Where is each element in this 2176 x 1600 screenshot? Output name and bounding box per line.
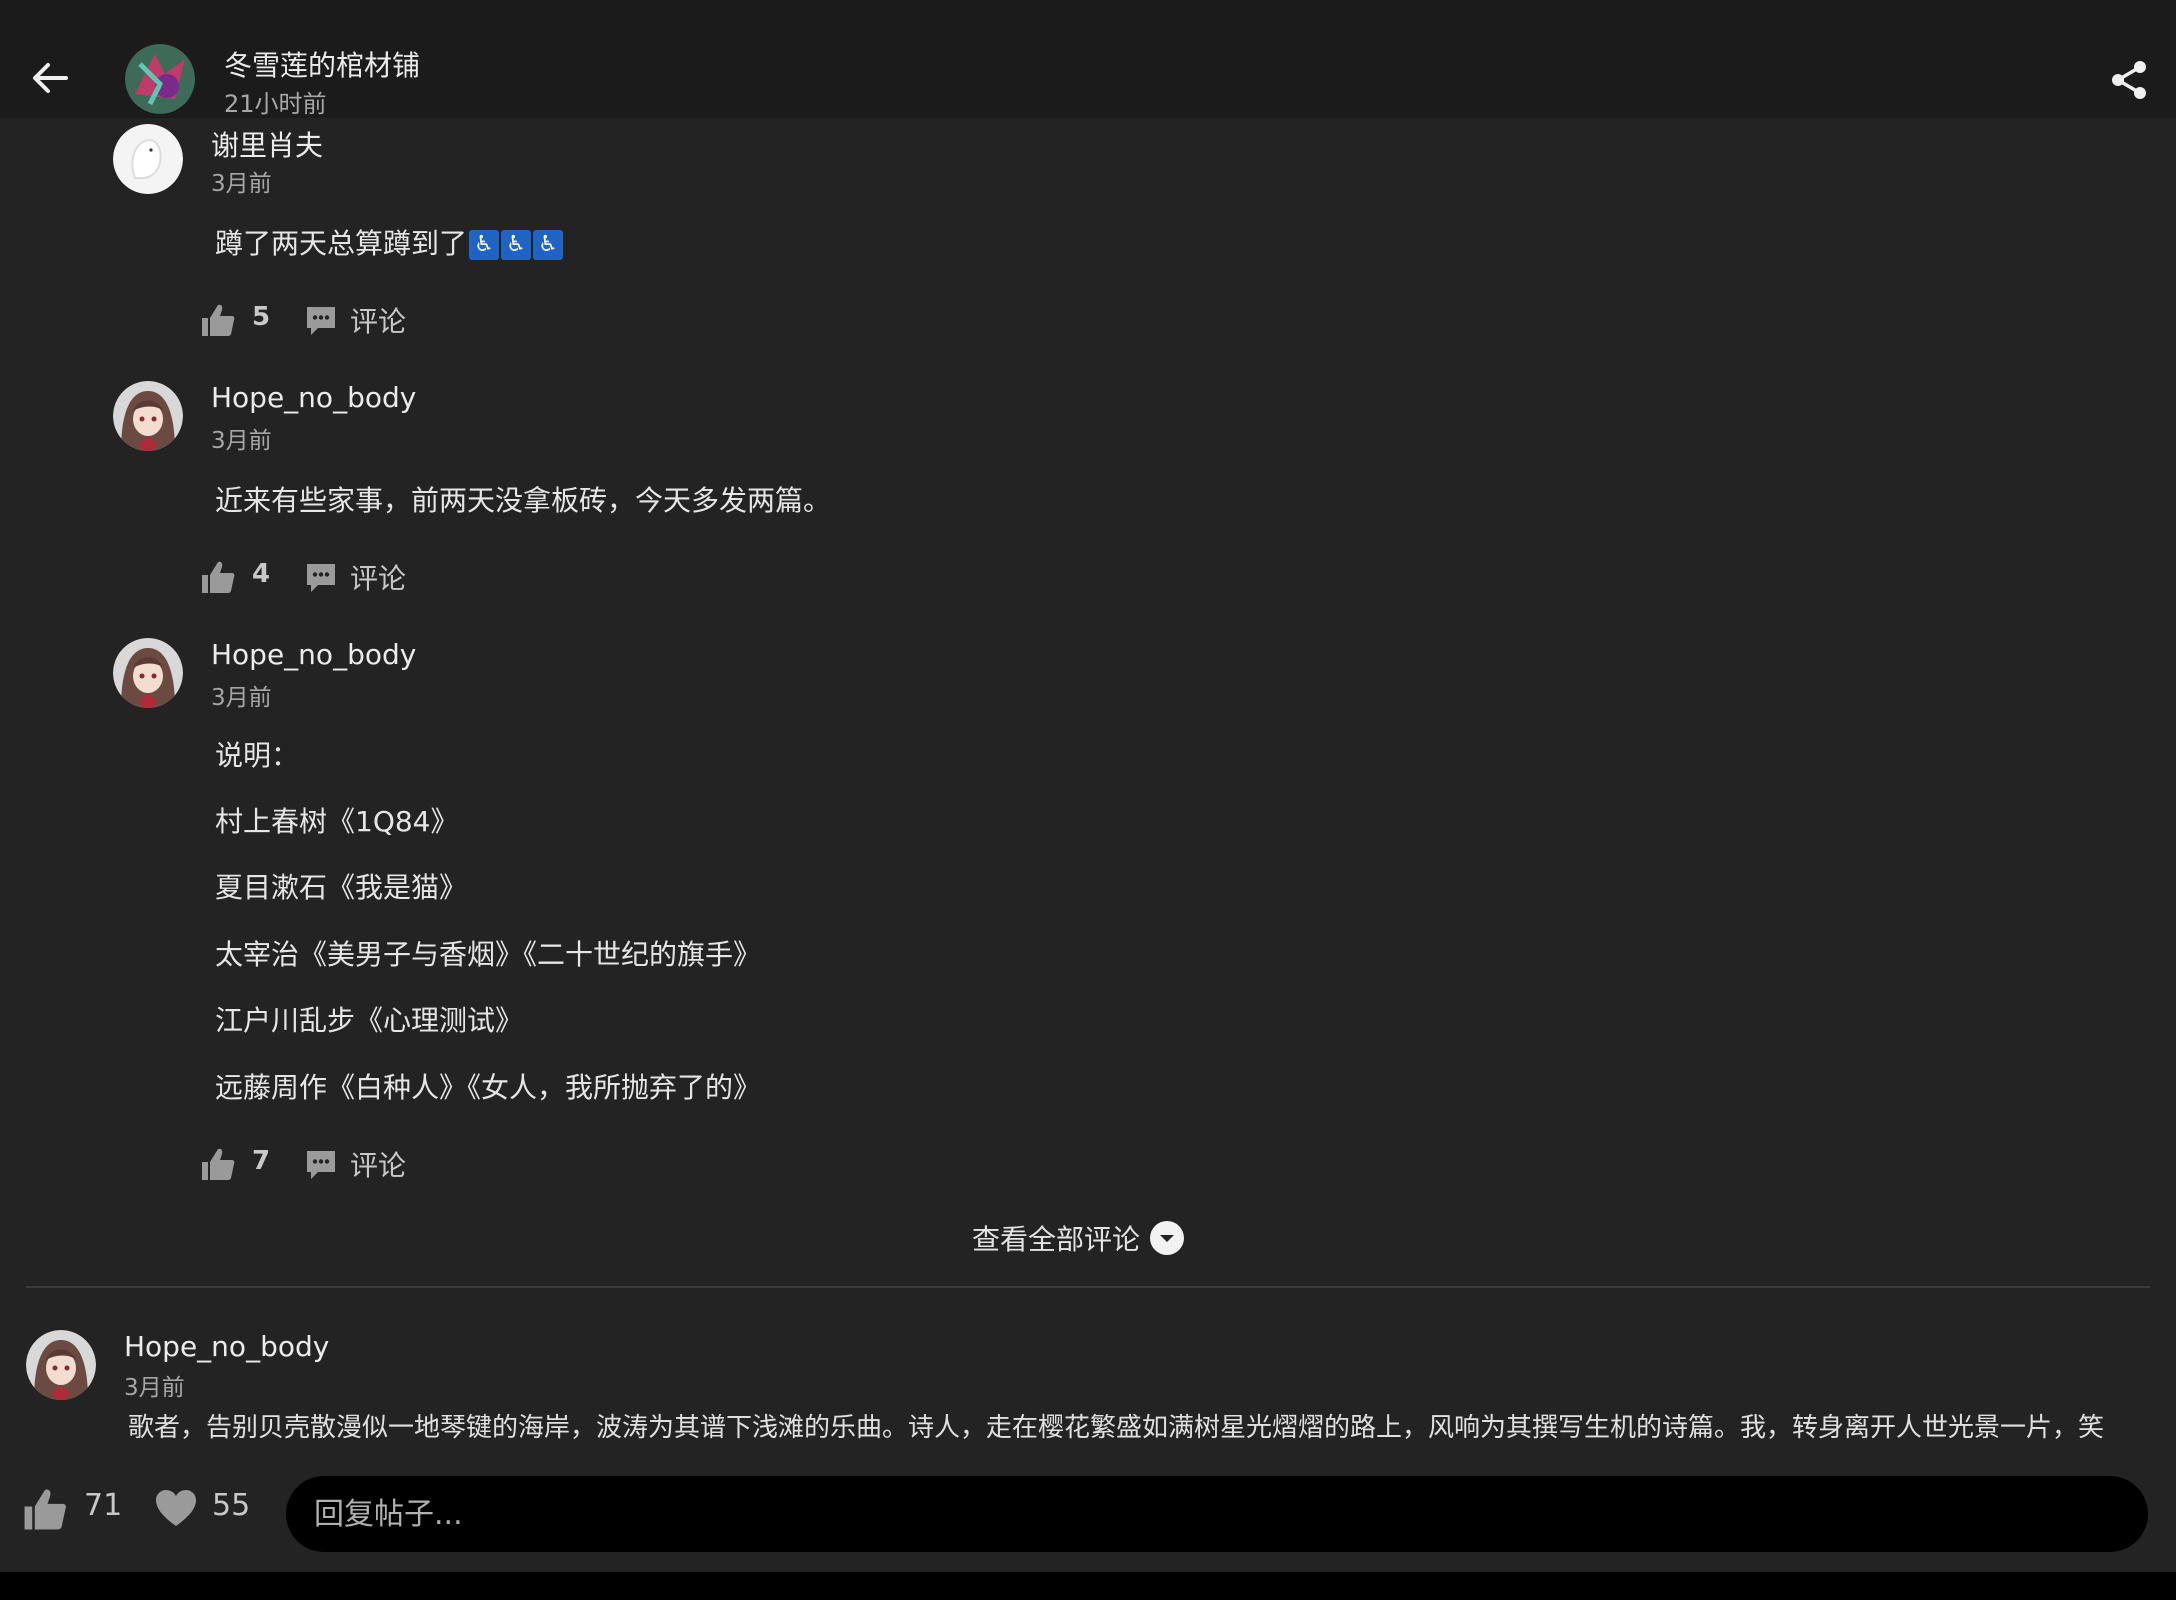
post-detail-screen: 冬雪莲的棺材铺 21小时前 谢里肖夫 3月前 蹲了两天总算蹲到了♿♿♿ 5 (0, 0, 2176, 1572)
avatar[interactable] (113, 124, 183, 194)
reply-comment-button[interactable]: 评论 (350, 557, 406, 597)
view-all-comments-button[interactable]: 查看全部评论 (972, 1218, 1185, 1258)
comment-text: 蹲了两天总算蹲到了 ♿ ♿ ♿ (215, 222, 564, 262)
comment-text-line: 说明： (215, 739, 300, 772)
heart-icon[interactable] (154, 1488, 198, 1528)
comment-actions: 7 评论 (200, 1142, 460, 1186)
reply-input[interactable] (286, 1476, 2148, 1552)
avatar[interactable] (113, 381, 183, 451)
comment-actions: 4 评论 (200, 555, 460, 599)
post-favorite-count: 55 (212, 1488, 251, 1523)
like-count: 7 (252, 1146, 271, 1176)
post-time: 21小时前 (224, 90, 327, 118)
comment-bubble-icon[interactable] (304, 561, 338, 595)
comment-text-line: 夏目漱石《我是猫》 (215, 871, 468, 904)
comment-time: 3月前 (211, 428, 272, 454)
view-all-comments-label: 查看全部评论 (972, 1223, 1141, 1256)
comment-text-line: 村上春树《1Q84》 (215, 805, 459, 838)
comment-bubble-icon[interactable] (304, 304, 338, 338)
comment-text-line: 远藤周作《白种人》《女人，我所抛弃了的》 (215, 1071, 762, 1104)
comment-text-line: 江户川乱步《心理测试》 (215, 1004, 524, 1037)
like-count: 5 (252, 302, 271, 332)
wheelchair-emoji: ♿ (501, 230, 532, 260)
comment-author[interactable]: 谢里肖夫 (211, 124, 323, 164)
thumbs-up-icon[interactable] (200, 302, 236, 338)
reply-comment-button[interactable]: 评论 (350, 1144, 406, 1184)
thumbs-up-icon[interactable] (22, 1486, 68, 1532)
thumbs-up-icon[interactable] (200, 559, 236, 595)
back-arrow-icon[interactable] (28, 56, 72, 100)
like-count: 4 (252, 559, 271, 589)
comment-author[interactable]: Hope_no_body (211, 381, 416, 414)
wheelchair-emoji: ♿ (469, 230, 500, 260)
top-bar: 冬雪莲的棺材铺 21小时前 (0, 0, 2176, 118)
divider (26, 1286, 2150, 1288)
reply-post-item: Hope_no_body 3月前 歌者，告别贝壳散漫似一地琴键的海岸，波涛为其谱… (0, 1326, 2176, 1446)
comment-actions: 5 评论 (200, 298, 460, 342)
comment-bubble-icon[interactable] (304, 1148, 338, 1182)
comment-author[interactable]: Hope_no_body (211, 638, 416, 671)
comment-text: 近来有些家事，前两天没拿板砖，今天多发两篇。 (215, 484, 832, 517)
reply-comment-button[interactable]: 评论 (350, 300, 406, 340)
reply-author[interactable]: Hope_no_body (124, 1330, 329, 1363)
avatar[interactable] (26, 1330, 96, 1400)
thumbs-up-icon[interactable] (200, 1146, 236, 1182)
comment-text-line: 蹲了两天总算蹲到了 (215, 227, 468, 260)
comment-text-line: 太宰治《美男子与香烟》《二十世纪的旗手》 (215, 938, 762, 971)
reply-body: 歌者，告别贝壳散漫似一地琴键的海岸，波涛为其谱下浅滩的乐曲。诗人，走在樱花繁盛如… (128, 1413, 2105, 1443)
reply-time: 3月前 (124, 1375, 185, 1401)
bottom-bar: 71 55 (0, 1446, 2176, 1572)
wheelchair-emoji: ♿ (533, 230, 564, 260)
avatar[interactable] (113, 638, 183, 708)
post-like-count: 71 (84, 1488, 123, 1523)
author-name[interactable]: 冬雪莲的棺材铺 (224, 44, 420, 84)
share-icon[interactable] (2110, 60, 2148, 100)
comment-time: 3月前 (211, 171, 272, 197)
author-avatar[interactable] (125, 44, 195, 114)
comment-time: 3月前 (211, 685, 272, 711)
chevron-down-icon (1150, 1221, 1185, 1255)
